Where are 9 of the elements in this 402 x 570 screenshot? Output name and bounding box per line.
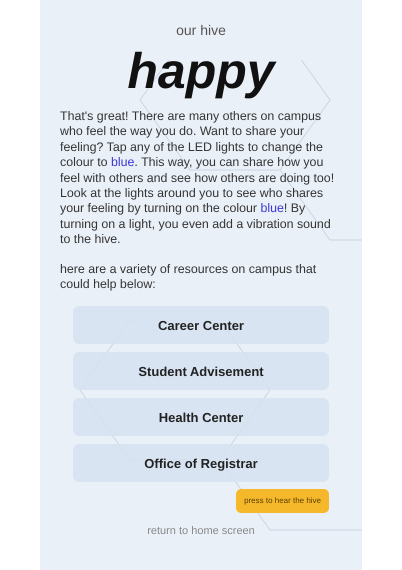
resource-button[interactable]: Office of Registrar xyxy=(73,444,329,482)
mood-message: That's great! There are many others on campus who feel the way you do. Want to share your feeling? Tap any of the LED lights to change the colour to blue. This way, you can share how you feel with others and see how others are doing too! Look at the lights around you to see who shares your feeling by turning on the colour blue! By turning on a light, you even add a vibration sound to the hive. xyxy=(60,109,336,248)
resource-button[interactable]: Health Center xyxy=(73,398,329,436)
mood-heading: happy xyxy=(127,43,275,99)
resource-button[interactable]: Student Advisement xyxy=(73,352,329,390)
resources-intro: here are a variety of resources on campus that could help below: xyxy=(60,262,318,292)
resource-button[interactable]: Career Center xyxy=(73,306,329,344)
hear-hive-button[interactable]: press to hear the hive xyxy=(236,489,329,514)
subtitle: our hive xyxy=(176,21,226,40)
